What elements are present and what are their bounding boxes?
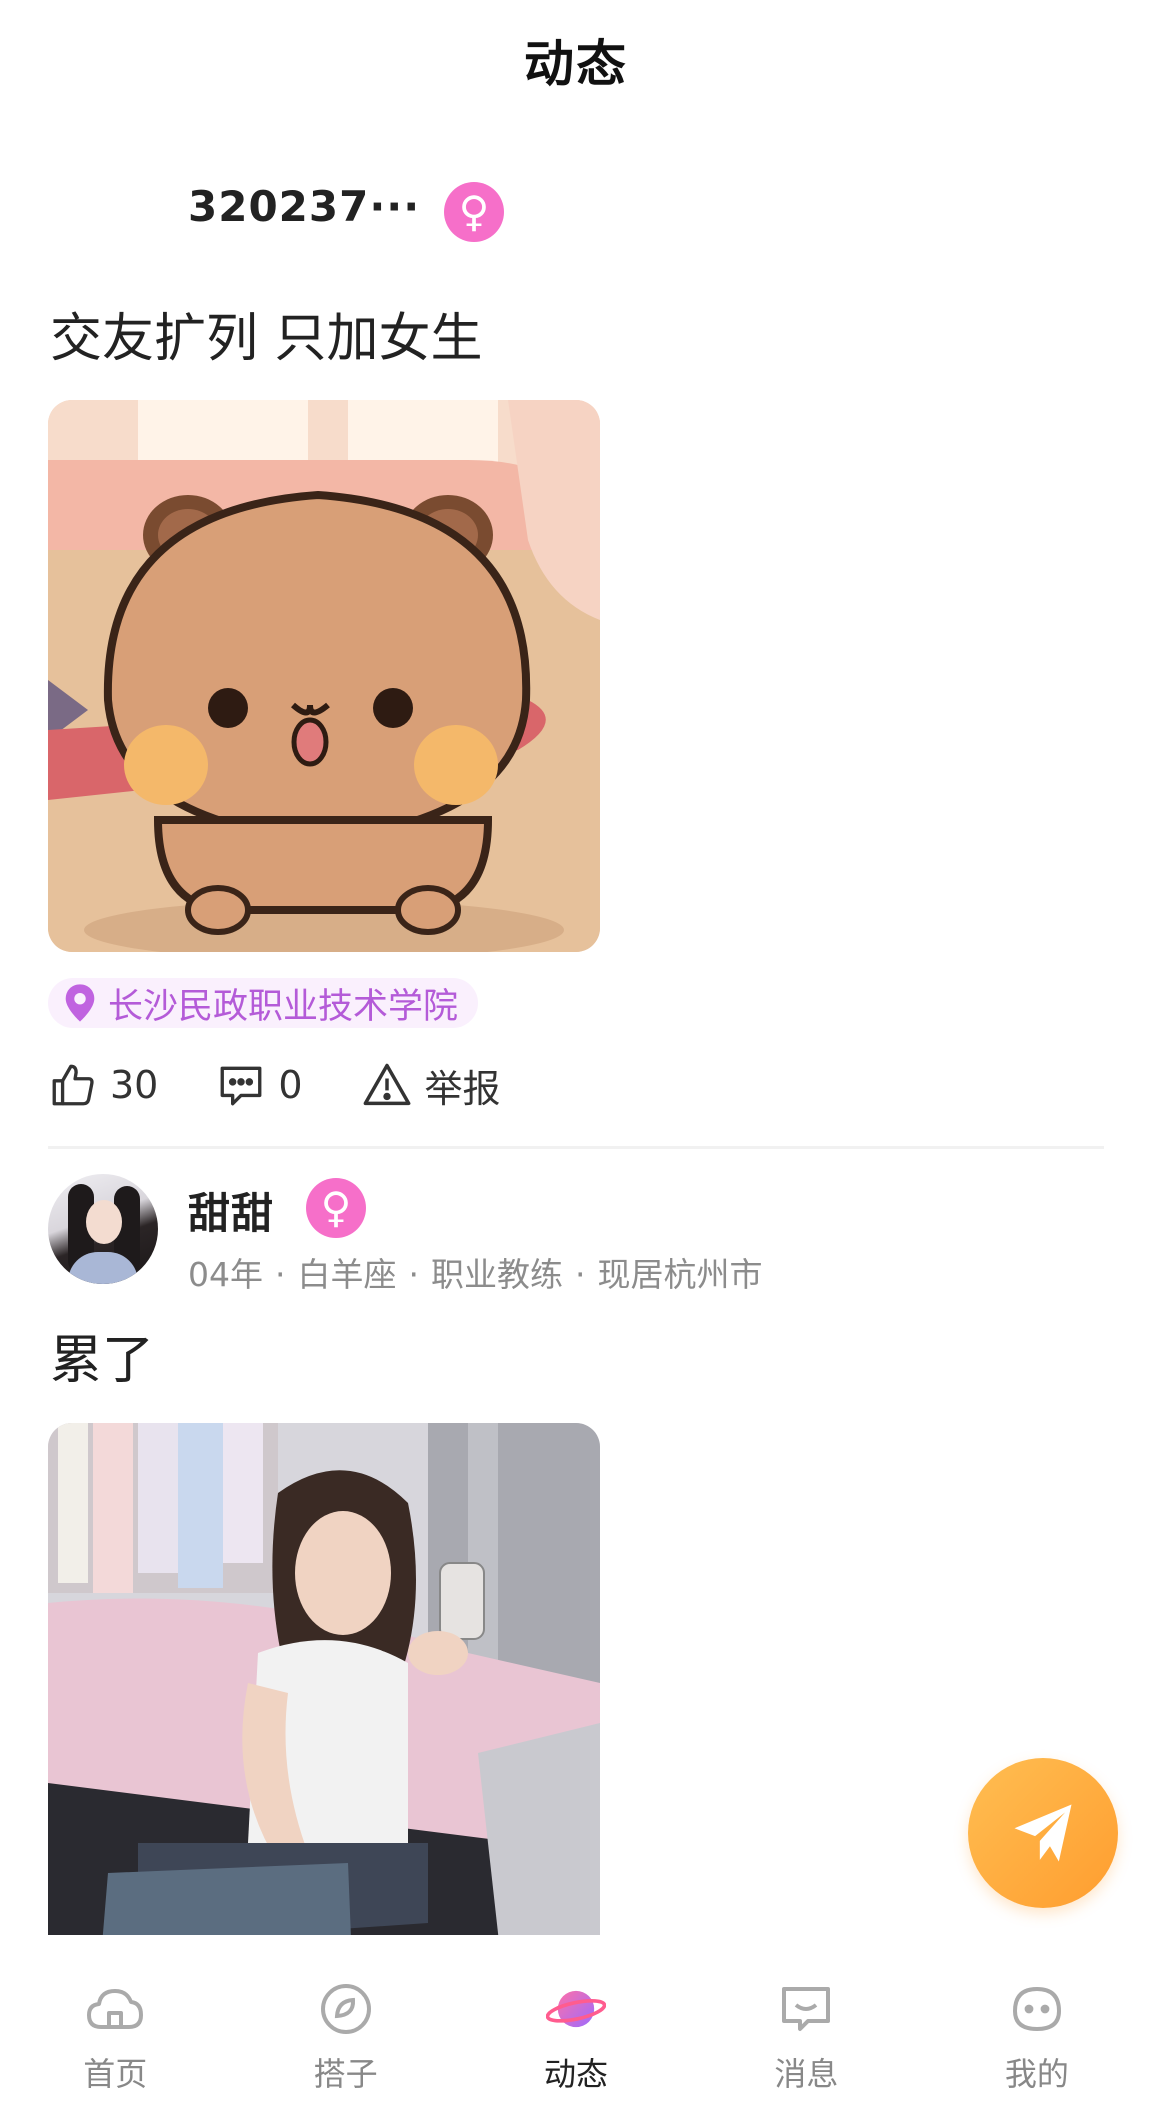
post-image[interactable] <box>48 400 600 952</box>
tab-label: 我的 <box>1004 2055 1069 2093</box>
paper-plane-icon <box>1014 1804 1072 1862</box>
female-gender-icon: ♀ <box>444 182 504 242</box>
post-text: 交友扩列 只加女生 <box>50 309 483 369</box>
post-user-row[interactable]: 320237··· ♀ <box>0 150 1152 270</box>
meta-birth-year: 04年 <box>188 1255 263 1294</box>
home-cloud-icon <box>85 1981 145 2037</box>
message-icon <box>776 1981 836 2037</box>
female-gender-icon: ♀ <box>306 1178 366 1238</box>
planet-icon <box>546 1981 607 2037</box>
location-label: 长沙民政职业技术学院 <box>108 986 459 1027</box>
page-header: 动态 <box>0 0 1152 120</box>
avatar[interactable] <box>48 1174 158 1284</box>
post-card: 甜甜 ♀ 04年 · 白羊座 · 职业教练 · 现居杭州市 累了 <box>0 1174 1152 2113</box>
like-button[interactable]: 30 <box>48 1060 158 1110</box>
comment-count: 0 <box>278 1063 303 1107</box>
post-user-row[interactable]: 甜甜 ♀ 04年 · 白羊座 · 职业教练 · 现居杭州市 <box>0 1174 1152 1300</box>
bottom-tab-bar: 首页 搭子 动态 消息 我的 <box>0 1935 1152 2113</box>
face-icon <box>1007 1981 1067 2037</box>
avatar[interactable] <box>48 158 158 268</box>
publish-post-button[interactable] <box>968 1758 1118 1908</box>
tab-partner[interactable]: 搭子 <box>230 1935 460 2113</box>
post-divider <box>48 1146 1104 1149</box>
meta-city: 现居杭州市 <box>597 1255 763 1294</box>
tab-moments[interactable]: 动态 <box>461 1935 691 2113</box>
partner-ring-icon <box>316 1981 376 2037</box>
page-title: 动态 <box>524 35 628 93</box>
post-text: 累了 <box>50 1331 155 1391</box>
tab-profile[interactable]: 我的 <box>922 1935 1152 2113</box>
tab-label: 动态 <box>544 2055 609 2093</box>
meta-zodiac: 白羊座 <box>297 1255 397 1294</box>
tab-label: 搭子 <box>313 2055 378 2093</box>
tab-messages[interactable]: 消息 <box>691 1935 921 2113</box>
report-button[interactable]: 举报 <box>361 1058 501 1113</box>
post-card: 320237··· ♀ 交友扩列 只加女生 长沙民政职业技术学院 30 0 举报 <box>0 150 1152 1111</box>
comment-button[interactable]: 0 <box>216 1060 303 1110</box>
thumbs-up-icon <box>52 1064 94 1106</box>
meta-occupation: 职业教练 <box>431 1255 563 1294</box>
report-label: 举报 <box>424 1066 501 1111</box>
location-chip[interactable]: 长沙民政职业技术学院 <box>48 978 479 1028</box>
like-count: 30 <box>110 1063 159 1107</box>
comment-icon <box>220 1066 262 1106</box>
tab-label: 消息 <box>774 2055 839 2093</box>
user-meta: 04年 · 白羊座 · 职业教练 · 现居杭州市 <box>188 1255 763 1294</box>
post-actions: 30 0 举报 <box>48 1055 559 1115</box>
username[interactable]: 320237··· <box>188 182 420 231</box>
username[interactable]: 甜甜 <box>188 1180 274 1241</box>
location-pin-icon <box>65 984 95 1022</box>
warning-icon <box>363 1063 410 1106</box>
tab-home[interactable]: 首页 <box>0 1935 230 2113</box>
tab-label: 首页 <box>83 2055 148 2093</box>
